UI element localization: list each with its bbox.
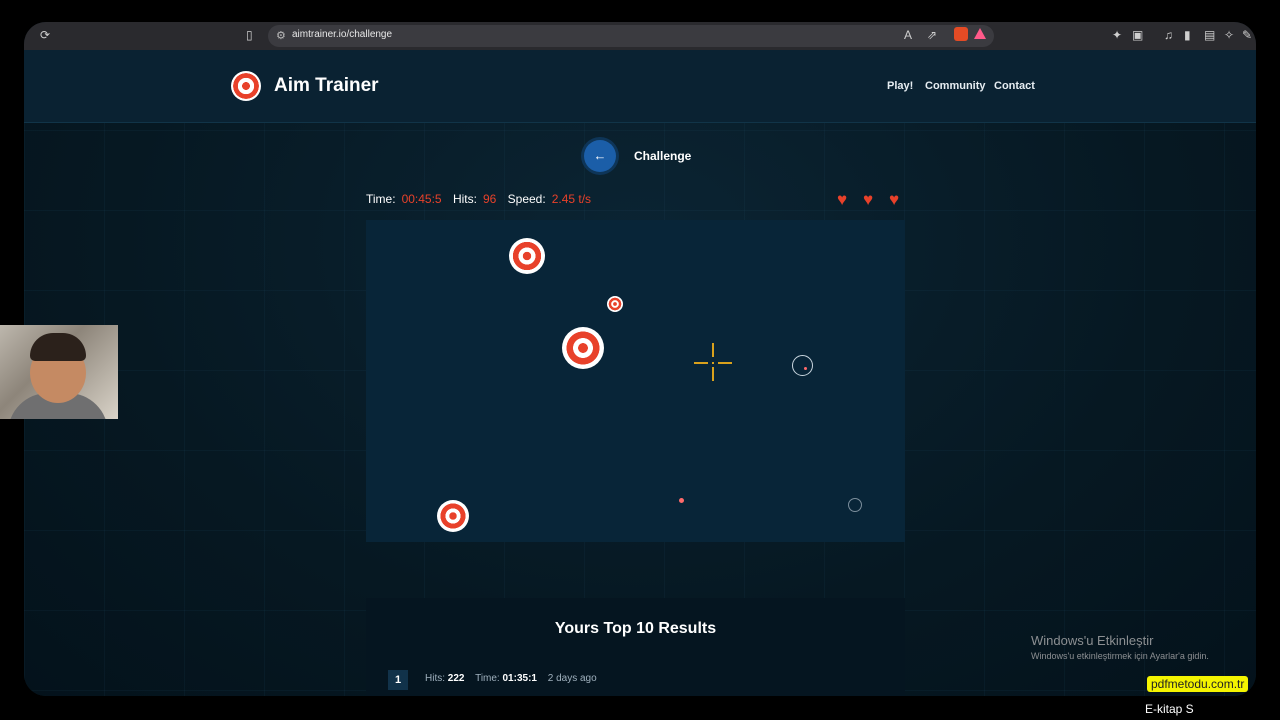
site-info-icon[interactable]: ⚙	[276, 29, 286, 42]
results-panel: Yours Top 10 Results 1 Hits: 222 Time: 0…	[366, 598, 905, 696]
time-label: Time:	[366, 192, 396, 206]
hits-label: Hits:	[452, 192, 477, 206]
share-icon[interactable]: ⇗	[927, 29, 937, 41]
windows-activation-title: Windows'u Etkinleştir	[1031, 633, 1154, 648]
back-button[interactable]: ←	[584, 140, 616, 172]
speed-label: Speed:	[507, 192, 546, 206]
translate-icon[interactable]: A	[904, 29, 912, 41]
arrow-left-icon: ←	[593, 148, 607, 163]
rank-badge: 1	[388, 670, 408, 690]
screenshot-icon[interactable]: ▣	[1132, 29, 1143, 41]
caption-text: E-kitap S	[1145, 702, 1194, 716]
bookmark-icon[interactable]: ▯	[246, 29, 253, 41]
windows-activation-subtitle: Windows'u etkinleştirmek için Ayarlar'a …	[1031, 651, 1209, 661]
target-logo-icon[interactable]	[231, 71, 261, 101]
webcam-overlay	[0, 325, 118, 419]
sidebar-icon[interactable]: ▮	[1184, 29, 1191, 41]
hits-value: 96	[482, 192, 497, 206]
stats-bar: Time: 00:45:5 Hits: 96 Speed: 2.45 t/s	[366, 192, 599, 206]
time-value: 00:45:5	[401, 192, 442, 206]
extensions-icon[interactable]: ✦	[1112, 29, 1122, 41]
target[interactable]	[437, 500, 469, 532]
target[interactable]	[509, 238, 545, 274]
speed-value: 2.45 t/s	[551, 192, 592, 206]
game-arena[interactable]	[366, 220, 905, 542]
time-ago: 2 days ago	[547, 673, 597, 684]
watermark: pdfmetodu.com.tr	[1147, 676, 1249, 692]
time-label: Time:	[475, 673, 500, 684]
reload-icon[interactable]: ⟳	[40, 29, 50, 41]
address-bar[interactable]: ⚙ aimtrainer.io/challenge	[268, 25, 994, 47]
page-title: Challenge	[634, 149, 692, 163]
brave-rewards-icon[interactable]	[974, 28, 986, 39]
leo-icon[interactable]: ✧	[1224, 29, 1234, 41]
brand-name[interactable]: Aim Trainer	[274, 75, 379, 97]
nav-contact[interactable]: Contact	[994, 80, 1035, 92]
target[interactable]	[562, 327, 604, 369]
results-title: Yours Top 10 Results	[554, 620, 717, 637]
heart-icon: ♥	[837, 190, 848, 209]
target[interactable]	[607, 296, 623, 312]
person-hair	[30, 333, 86, 361]
hits-label: Hits:	[425, 673, 445, 684]
target-spawn-dot	[679, 498, 684, 503]
heart-icon: ♥	[889, 190, 900, 209]
nav-play[interactable]: Play!	[887, 80, 913, 92]
time-value: 01:35:1	[502, 673, 537, 684]
url-text: aimtrainer.io/challenge	[292, 29, 393, 40]
browser-toolbar: ⟳ ▯ ⚙ aimtrainer.io/challenge A ⇗ ✦ ▣ ♫ …	[24, 22, 1256, 50]
missed-target-ring	[792, 355, 813, 376]
result-row: Hits: 222 Time: 01:35:1 2 days ago	[425, 673, 597, 684]
menu-icon[interactable]: ✎	[1242, 29, 1252, 41]
hits-value: 222	[447, 673, 465, 684]
heart-icon: ♥	[863, 190, 874, 209]
site-header: Aim Trainer Play! Community Contact	[24, 50, 1256, 123]
hit-marker	[804, 367, 807, 370]
nav-community[interactable]: Community	[925, 80, 986, 92]
page: Aim Trainer Play! Community Contact ← Ch…	[24, 50, 1256, 696]
screen-frame: ⟳ ▯ ⚙ aimtrainer.io/challenge A ⇗ ✦ ▣ ♫ …	[24, 22, 1256, 696]
wallet-icon[interactable]: ▤	[1204, 29, 1215, 41]
media-icon[interactable]: ♫	[1164, 29, 1173, 41]
missed-target-ring	[848, 498, 862, 512]
brave-shield-icon[interactable]	[954, 27, 968, 41]
